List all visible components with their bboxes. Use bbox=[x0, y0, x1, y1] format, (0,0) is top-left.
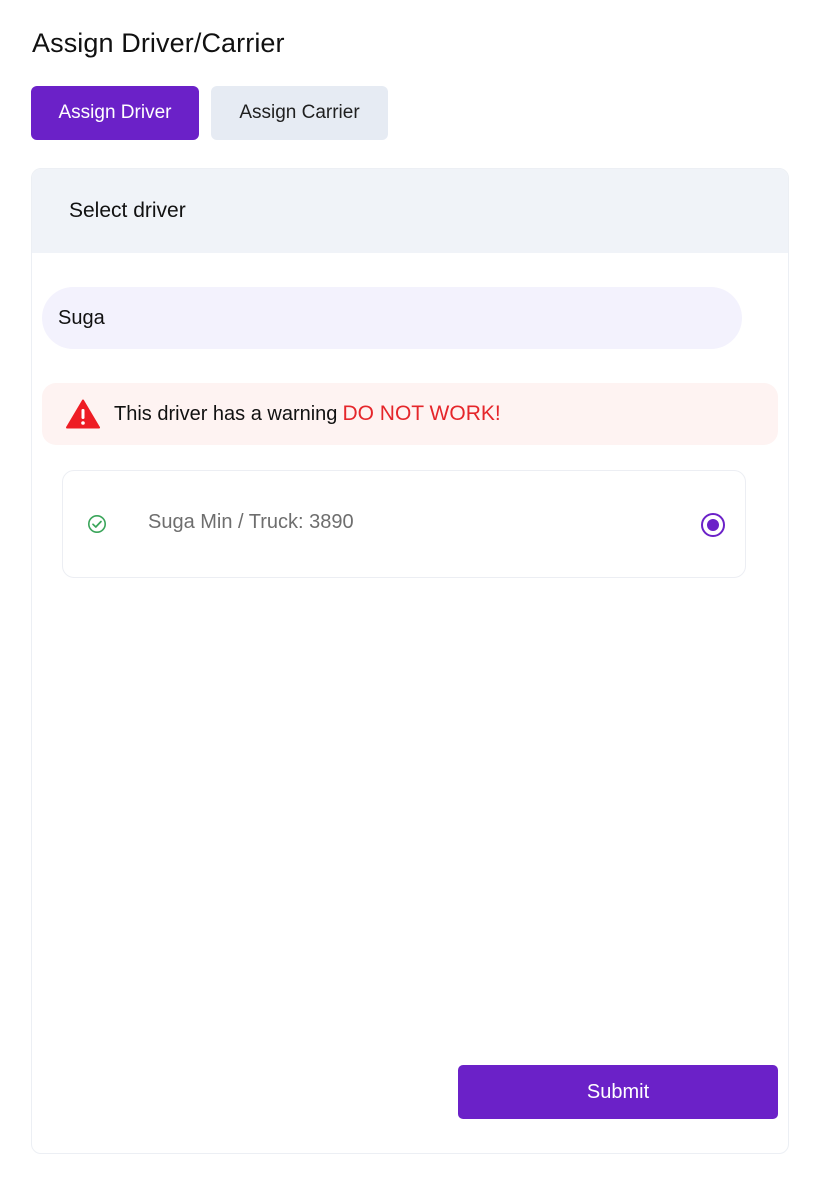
driver-search-input[interactable] bbox=[42, 287, 742, 349]
warning-emphasis: DO NOT WORK! bbox=[342, 402, 501, 425]
check-circle-icon bbox=[87, 514, 107, 534]
radio-dot bbox=[707, 519, 719, 531]
warning-message: This driver has a warning bbox=[114, 402, 338, 425]
tab-assign-carrier[interactable]: Assign Carrier bbox=[211, 86, 388, 140]
page-title: Assign Driver/Carrier bbox=[32, 28, 285, 58]
select-driver-panel: Select driver This driver has a warning … bbox=[31, 168, 789, 1154]
warning-triangle-icon bbox=[66, 399, 100, 429]
driver-option-label: Suga Min / Truck: 3890 bbox=[148, 511, 354, 533]
tab-assign-driver[interactable]: Assign Driver bbox=[31, 86, 199, 140]
assign-tabs: Assign Driver Assign Carrier bbox=[31, 86, 388, 140]
panel-title: Select driver bbox=[69, 199, 186, 222]
driver-warning-banner: This driver has a warning DO NOT WORK! bbox=[42, 383, 778, 445]
driver-option[interactable]: Suga Min / Truck: 3890 bbox=[62, 470, 746, 578]
driver-radio-selected[interactable] bbox=[701, 513, 725, 537]
assign-driver-carrier-page: Assign Driver/Carrier Assign Driver Assi… bbox=[0, 0, 822, 1190]
submit-button[interactable]: Submit bbox=[458, 1065, 778, 1119]
panel-header: Select driver bbox=[32, 169, 788, 253]
